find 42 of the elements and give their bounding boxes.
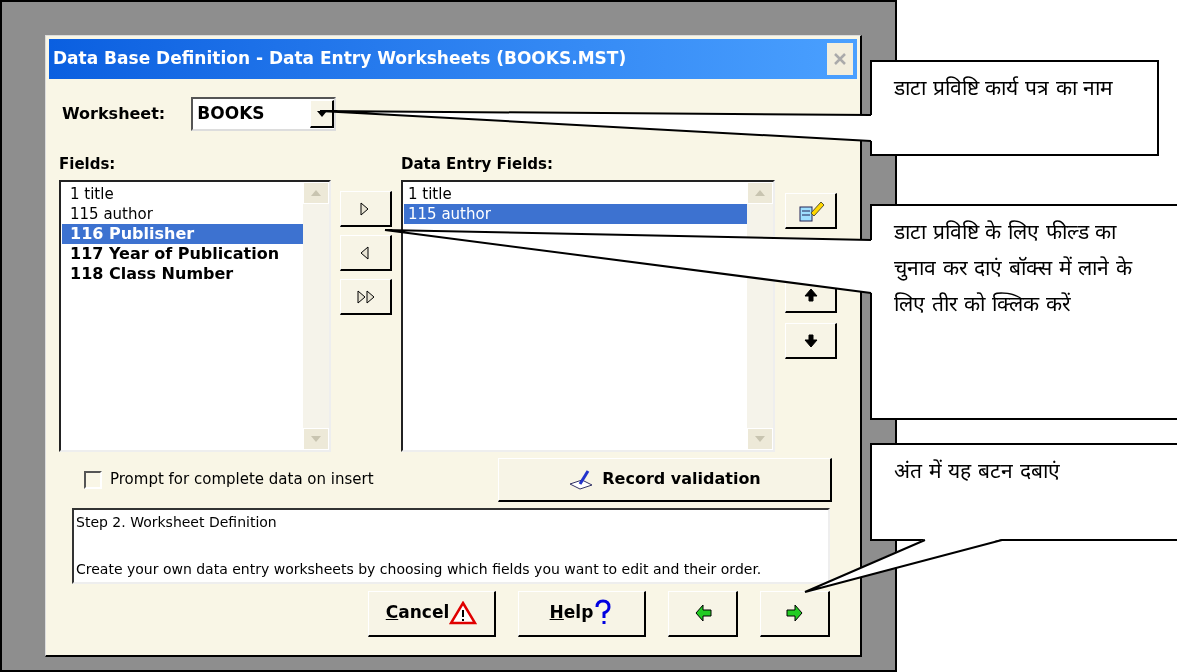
field-item[interactable]: 118 Class Number [62, 263, 303, 284]
description-text: Step 2. Worksheet Definition [76, 512, 278, 532]
close-icon [834, 53, 846, 65]
prompt-checkbox-row[interactable]: Prompt for complete data on insert [84, 468, 498, 491]
help-button[interactable]: Help [518, 590, 646, 637]
back-button[interactable] [668, 590, 738, 637]
data-entry-field-item[interactable]: 1 title [404, 183, 747, 204]
up-arrow-icon [311, 189, 321, 196]
checkbox[interactable] [84, 470, 102, 489]
data-entry-field-item[interactable]: 115 author [404, 203, 747, 224]
down-arrow-icon [755, 435, 765, 442]
cancel-button[interactable]: Cancel [368, 590, 496, 637]
warning-icon [449, 601, 478, 625]
right-arrow-icon [784, 604, 805, 622]
up-arrow-icon [755, 189, 765, 196]
caret-icon [316, 110, 327, 117]
next-button[interactable] [760, 590, 830, 637]
dropdown-button[interactable] [310, 100, 335, 128]
up-arrow-icon [803, 287, 818, 302]
edit-button[interactable] [785, 193, 837, 229]
down-arrow-icon [311, 435, 321, 442]
double-right-arrow-icon [355, 289, 376, 304]
window-title: Data Base Definition - Data Entry Worksheets (BOOKS.MST) [53, 47, 627, 71]
remove-field-button[interactable] [340, 235, 392, 271]
description-text: Create your own data entry worksheets by choosing which fields you want to edit and their order. [76, 559, 763, 579]
down-arrow-icon [803, 333, 818, 348]
data-entry-fields-label: Data Entry Fields: [401, 154, 554, 175]
callout: डाटा प्रविष्टि के लिए फील्ड का चुनाव कर दाएं बॉक्स में लाने के लिए तीर को क्लिक करें [870, 204, 1177, 420]
scrollbar[interactable] [303, 181, 329, 450]
field-item[interactable]: 115 author [62, 203, 303, 224]
add-field-button[interactable] [340, 191, 392, 227]
checkbox-label: Prompt for complete data on insert [110, 469, 374, 491]
add-all-button[interactable] [340, 279, 392, 315]
worksheet-label: Worksheet: [62, 103, 166, 125]
fields-label: Fields: [59, 154, 117, 175]
callout: डाटा प्रविष्टि कार्य पत्र का नाम [870, 60, 1159, 156]
field-item[interactable]: 117 Year of Publication [62, 243, 303, 264]
field-item[interactable]: 1 title [62, 183, 303, 204]
worksheet-dropdown[interactable]: BOOKS [191, 97, 337, 131]
field-item[interactable]: 116 Publisher [62, 223, 303, 244]
move-down-button[interactable] [785, 323, 837, 359]
record-validation-button[interactable]: Record validation [498, 457, 832, 502]
